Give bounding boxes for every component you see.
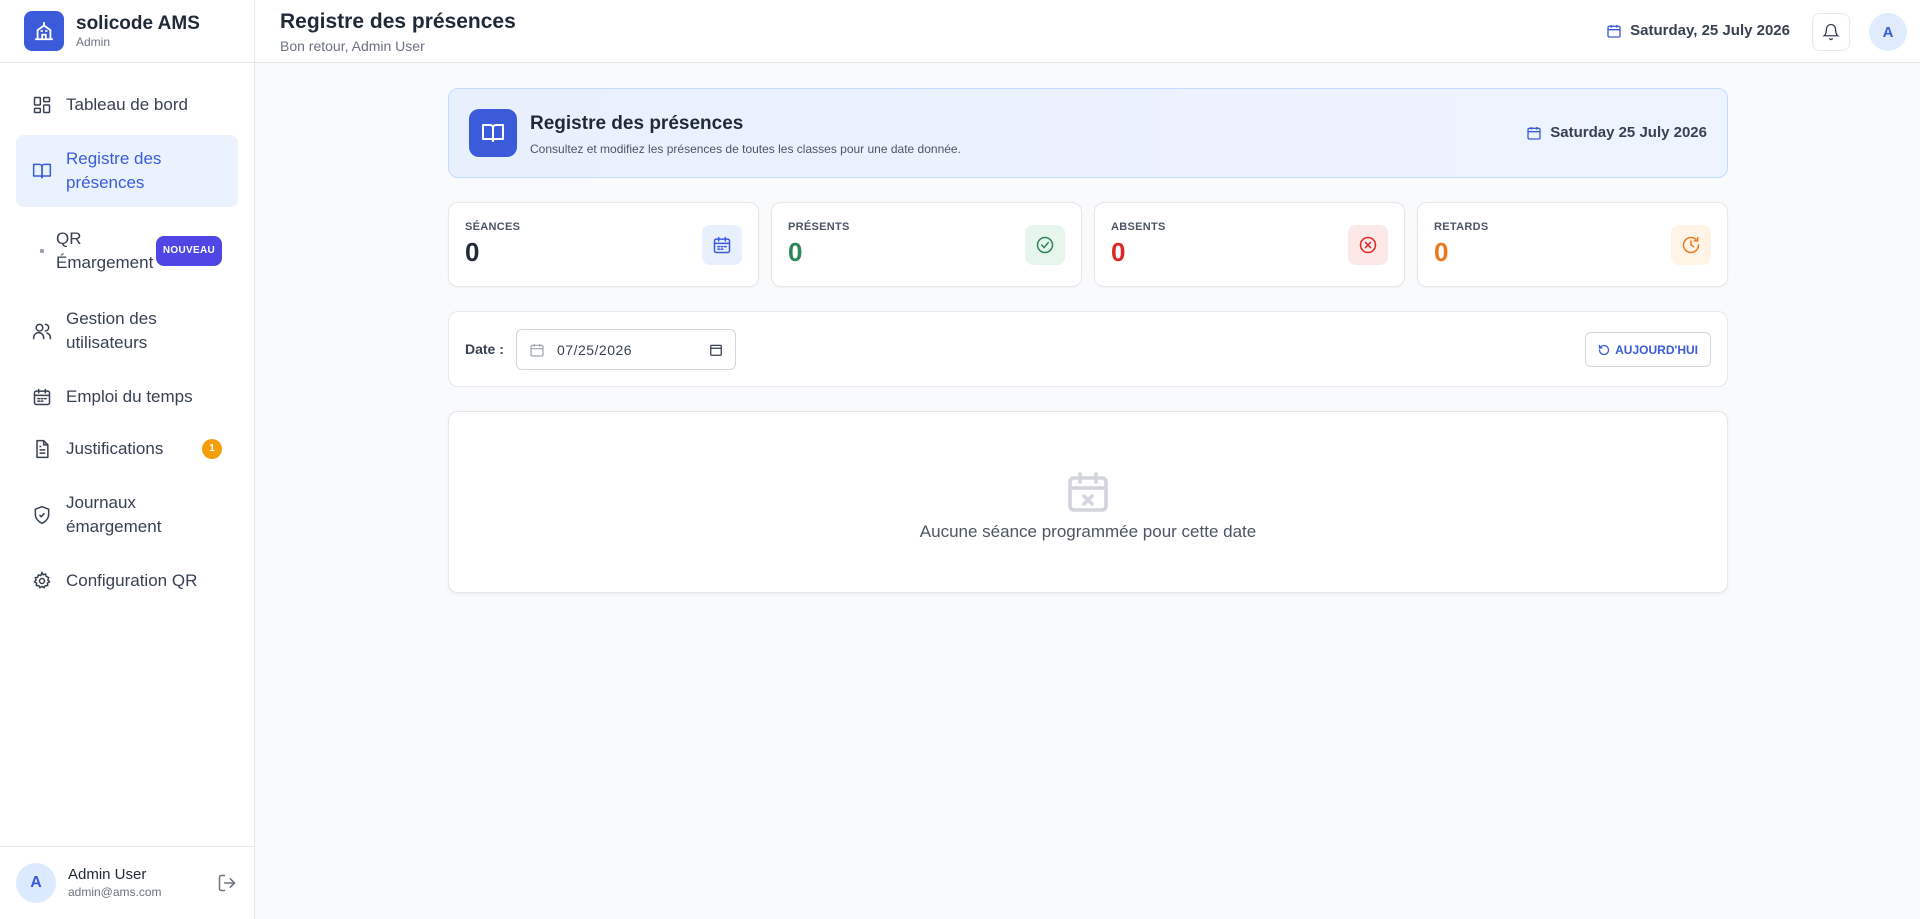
welcome-message: Bon retour, Admin User: [280, 38, 425, 54]
stat-value: 0: [1111, 237, 1126, 267]
sidebar-item-logs[interactable]: Journaux émargement: [16, 479, 238, 551]
sidebar-item-label: QR Émargement: [56, 229, 154, 272]
sidebar-item-users[interactable]: Gestion des utilisateurs: [16, 295, 238, 367]
x-circle-icon: [1348, 225, 1388, 265]
stat-card-absent: ABSENTS 0: [1094, 202, 1405, 287]
stats-row: SÉANCES 0 PRÉSENTS 0 ABSENTS 0 RETARDS 0: [448, 202, 1728, 287]
gear-icon: [32, 571, 52, 591]
bell-icon: [1822, 23, 1840, 41]
date-label: Date :: [465, 341, 504, 357]
sidebar-item-label: Gestion des utilisateurs: [66, 309, 157, 352]
clock-icon: [1671, 225, 1711, 265]
stat-card-present: PRÉSENTS 0: [771, 202, 1082, 287]
stat-card-sessions: SÉANCES 0: [448, 202, 759, 287]
book-icon: [469, 109, 517, 157]
document-icon: [32, 439, 52, 459]
brand-name: solicode AMS: [76, 13, 200, 34]
stat-value: 0: [1434, 237, 1449, 267]
date-filter-bar: Date : 07/25/2026 AUJOURD'HUI: [448, 311, 1728, 387]
new-badge: NOUVEAU: [155, 236, 222, 266]
sidebar-item-label: Justifications: [66, 439, 164, 458]
notification-count-badge: 1: [202, 439, 222, 459]
stat-label: PRÉSENTS: [788, 221, 850, 233]
sidebar-item-qr-config[interactable]: Configuration QR: [16, 559, 238, 603]
sidebar-item-label: Registre des présences: [66, 149, 162, 192]
calendar-icon: [32, 387, 52, 407]
calendar-icon: [1526, 125, 1542, 141]
dashboard-icon: [32, 95, 52, 115]
users-icon: [32, 321, 52, 341]
page-title: Registre des présences: [280, 10, 516, 33]
sidebar: solicode AMS Admin Tableau de bord Regis…: [0, 0, 255, 919]
logout-icon[interactable]: [216, 872, 238, 894]
calendar-picker-icon[interactable]: [709, 343, 723, 357]
calendar-icon: [529, 342, 545, 358]
sidebar-item-label: Journaux émargement: [66, 493, 162, 536]
stat-value: 0: [465, 237, 480, 267]
page-banner: Registre des présences Consultez et modi…: [448, 88, 1728, 178]
check-circle-icon: [1025, 225, 1065, 265]
banner-subtitle: Consultez et modifiez les présences de t…: [530, 142, 961, 156]
refresh-icon: [1598, 344, 1610, 356]
sidebar-item-label: Emploi du temps: [66, 387, 193, 406]
banner-date-text: Saturday 25 July 2026: [1550, 124, 1707, 141]
stat-card-late: RETARDS 0: [1417, 202, 1728, 287]
stat-label: RETARDS: [1434, 221, 1489, 233]
main-content: Registre des présences Consultez et modi…: [448, 88, 1728, 593]
banner-title: Registre des présences: [530, 113, 744, 134]
top-header: Registre des présences Bon retour, Admin…: [255, 0, 1920, 63]
qr-icon: [40, 249, 44, 253]
avatar[interactable]: A: [16, 863, 56, 903]
banner-date: Saturday 25 July 2026: [1526, 124, 1707, 141]
brand-role: Admin: [76, 35, 111, 49]
date-picker-input[interactable]: 07/25/2026: [516, 329, 736, 370]
calendar-icon: [702, 225, 742, 265]
current-date: Saturday, 25 July 2026: [1606, 22, 1790, 39]
current-date-text: Saturday, 25 July 2026: [1630, 22, 1790, 39]
book-icon: [32, 161, 52, 181]
school-logo-icon: [24, 11, 64, 51]
sidebar-item-justifications[interactable]: Justifications 1: [16, 427, 238, 471]
shield-check-icon: [32, 505, 52, 525]
stat-value: 0: [788, 237, 803, 267]
stat-label: ABSENTS: [1111, 221, 1166, 233]
sidebar-item-label: Tableau de bord: [66, 95, 188, 114]
empty-state: Aucune séance programmée pour cette date: [448, 411, 1728, 593]
sidebar-item-label: Configuration QR: [66, 571, 198, 590]
stat-label: SÉANCES: [465, 221, 521, 233]
sidebar-item-timetable[interactable]: Emploi du temps: [16, 375, 238, 419]
brand: solicode AMS Admin: [0, 0, 254, 63]
date-input-value: 07/25/2026: [557, 341, 633, 358]
sidebar-item-qr-emargement[interactable]: QR Émargement NOUVEAU: [16, 215, 238, 287]
empty-state-message: Aucune séance programmée pour cette date: [919, 522, 1257, 541]
sidebar-item-attendance-register[interactable]: Registre des présences: [16, 135, 238, 207]
today-button-label: AUJOURD'HUI: [1615, 342, 1698, 357]
calendar-icon: [1606, 23, 1622, 39]
today-button[interactable]: AUJOURD'HUI: [1585, 332, 1711, 367]
user-name: Admin User: [68, 866, 147, 883]
notifications-button[interactable]: [1812, 13, 1850, 51]
avatar[interactable]: A: [1869, 13, 1907, 51]
sidebar-nav: Tableau de bord Registre des présences Q…: [0, 63, 254, 603]
current-user: A Admin User admin@ams.com: [0, 846, 254, 919]
calendar-x-icon: [1064, 468, 1112, 516]
user-email: admin@ams.com: [68, 885, 162, 899]
sidebar-item-dashboard[interactable]: Tableau de bord: [16, 83, 238, 127]
